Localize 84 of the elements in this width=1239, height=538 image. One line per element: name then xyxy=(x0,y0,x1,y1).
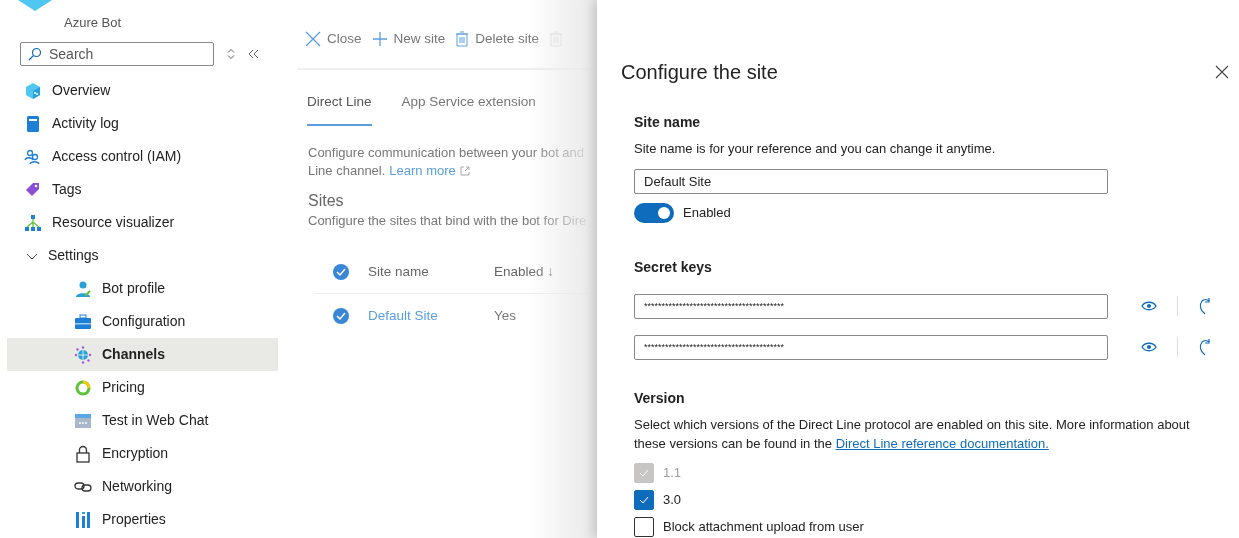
tab[interactable]: Direct Line xyxy=(307,92,372,127)
lock-icon xyxy=(74,444,92,463)
section-heading: Secret keys xyxy=(634,257,713,277)
nav-item[interactable]: Overview xyxy=(7,74,278,107)
check-circle-icon[interactable] xyxy=(332,262,350,281)
logo-icon xyxy=(18,0,52,12)
nav-item[interactable]: Resource visualizer xyxy=(7,206,278,239)
nav-item[interactable]: Tags xyxy=(7,173,278,206)
nav-item[interactable]: Networking xyxy=(7,470,278,503)
nav-label: Activity log xyxy=(52,114,119,133)
bars-icon xyxy=(74,510,92,529)
nav-label: Test in Web Chat xyxy=(102,411,209,430)
close-icon xyxy=(305,31,321,47)
plus-icon xyxy=(371,31,388,47)
toolbar-button[interactable]: New site xyxy=(371,28,446,50)
nav-label: Pricing xyxy=(102,378,145,397)
chat-window-icon xyxy=(74,411,92,430)
description: Line channel. xyxy=(308,162,386,181)
section-heading: Site name xyxy=(634,113,702,132)
documentation-link[interactable]: Direct Line reference documentation. xyxy=(835,435,1049,451)
nav-label: Settings xyxy=(48,246,99,265)
check-circle-icon[interactable] xyxy=(332,307,350,326)
resource-type: Azure Bot xyxy=(64,13,122,32)
nav-label: Resource visualizer xyxy=(52,213,175,232)
section-heading: Sites xyxy=(308,192,345,211)
nav-item[interactable]: Properties xyxy=(7,503,278,536)
tab[interactable]: App Service extension xyxy=(401,92,536,127)
collapse-icon[interactable] xyxy=(248,49,260,59)
description: Configure communication between your bot and xyxy=(308,144,586,163)
site-name-field[interactable]: Default Site xyxy=(634,168,1108,194)
description: Select which versions of the Direct Line protocol are enabled on this site. More information about these versions can be found in the Direct Line reference documentation. xyxy=(634,415,1191,453)
nav-label: Access control (IAM) xyxy=(52,147,182,166)
coin-icon xyxy=(74,378,92,397)
search-field[interactable]: Search xyxy=(20,42,214,66)
checkbox-label: 1.1 xyxy=(663,463,682,482)
nav-item[interactable]: Bot profile xyxy=(7,272,278,305)
nav-item[interactable]: Test in Web Chat xyxy=(7,404,278,437)
people-icon xyxy=(24,147,42,166)
description: Site name is for your reference and you can change it anytime. xyxy=(634,140,997,158)
hierarchy-icon xyxy=(24,213,42,232)
book-icon xyxy=(24,114,42,133)
secret-key-field[interactable]: **************************************** xyxy=(634,293,1108,319)
table-cell-text: Yes xyxy=(494,307,517,326)
eye-icon[interactable] xyxy=(1141,300,1157,312)
eye-icon[interactable] xyxy=(1141,341,1157,353)
toggle-label: Enabled xyxy=(683,203,731,222)
nav-label: Overview xyxy=(52,81,111,100)
toolbar-button[interactable]: Delete site xyxy=(455,28,540,50)
cube-icon xyxy=(24,81,42,100)
description: Configure the sites that bind with the bot for Dire xyxy=(308,212,588,231)
search-icon xyxy=(28,47,42,61)
panel-title: Configure the site xyxy=(621,60,778,85)
column-header[interactable]: Site name xyxy=(350,261,494,282)
nav-label: Properties xyxy=(102,510,166,529)
secret-key-field[interactable]: **************************************** xyxy=(634,334,1108,360)
nav-item[interactable]: Configuration xyxy=(7,305,278,338)
nav-group[interactable]: Settings xyxy=(7,239,278,272)
globe-icon xyxy=(74,345,92,364)
nav-label: Tags xyxy=(52,180,82,199)
checkbox-label: Block attachment upload from user xyxy=(663,517,864,536)
toolbar-button[interactable]: Close xyxy=(305,28,362,50)
section-heading: Version xyxy=(634,388,686,408)
column-header[interactable]: Enabled ↓ xyxy=(494,261,555,282)
close-button[interactable] xyxy=(1215,64,1231,80)
nav-label: Configuration xyxy=(102,312,186,331)
nav-label: Bot profile xyxy=(102,279,166,298)
checkbox[interactable] xyxy=(634,516,654,537)
nav-item[interactable]: Access control (IAM) xyxy=(7,140,278,173)
nav-item[interactable]: Channels xyxy=(7,338,278,371)
trash-icon xyxy=(455,31,470,47)
nav-label: Encryption xyxy=(102,444,169,463)
checkbox-label: 3.0 xyxy=(663,490,682,509)
nav-item[interactable]: Pricing xyxy=(7,371,278,404)
close-icon xyxy=(1215,65,1229,79)
checkbox[interactable] xyxy=(634,489,654,510)
toggle-switch[interactable] xyxy=(634,202,674,223)
nav-label: Networking xyxy=(102,477,173,496)
toolbox-icon xyxy=(74,312,92,331)
tag-icon xyxy=(24,180,42,199)
user-icon xyxy=(74,279,92,298)
nav-item[interactable]: Activity log xyxy=(7,107,278,140)
external-link-icon xyxy=(459,166,470,177)
nav-label: Channels xyxy=(102,345,165,364)
nav-item[interactable]: Encryption xyxy=(7,437,278,470)
